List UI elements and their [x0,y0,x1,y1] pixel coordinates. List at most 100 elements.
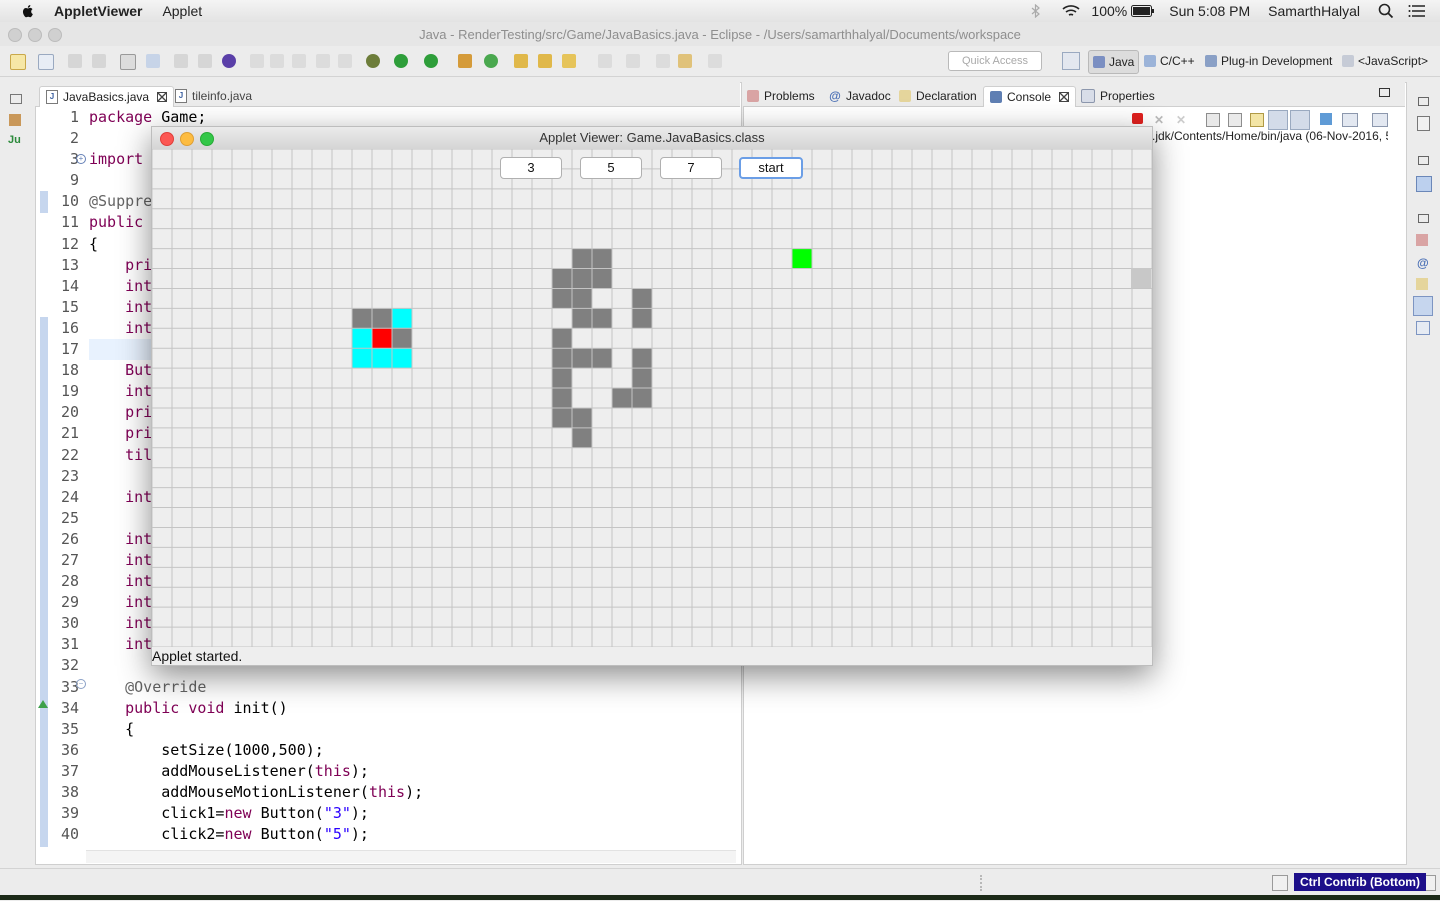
wifi-icon[interactable] [1061,4,1081,18]
wall-tile[interactable] [592,268,612,289]
wall-tile[interactable] [552,288,572,309]
wall-tile[interactable] [572,407,592,428]
declaration-trim-icon[interactable] [1416,278,1428,290]
wall-tile[interactable] [592,308,612,329]
new-java-project-icon[interactable] [458,54,472,68]
cyan-tile[interactable] [372,348,392,369]
cyan-tile[interactable] [392,308,412,329]
zoom-window-button[interactable] [48,28,62,42]
toggle-mark-icon[interactable] [250,54,264,68]
spotlight-search-icon[interactable] [1378,3,1394,19]
wall-tile[interactable] [632,368,652,389]
user-name[interactable]: SamarthHalyal [1268,3,1360,19]
wall-tile[interactable] [352,308,372,329]
pin-console-icon[interactable] [1320,113,1332,125]
cyan-tile[interactable] [352,348,372,369]
show-on-stdout-icon[interactable] [1268,110,1288,130]
wall-tile[interactable] [552,348,572,369]
notification-center-icon[interactable] [1408,4,1426,18]
cyan-tile[interactable] [352,328,372,349]
applet-menu[interactable]: Applet [162,3,202,19]
tab-console[interactable]: Console [983,86,1077,107]
last-edit-location-icon[interactable] [656,54,670,68]
editor-horizontal-scrollbar[interactable] [86,850,736,863]
wall-tile[interactable] [552,388,572,408]
task-list-icon[interactable] [1417,116,1430,131]
tab-tileinfo[interactable]: J tileinfo.java [175,86,252,106]
button-5[interactable]: 5 [580,157,642,179]
remove-all-launches-icon[interactable]: ✕ [1176,113,1188,127]
ctrl-contrib-badge[interactable]: Ctrl Contrib (Bottom) [1294,873,1426,891]
toggle-annotation-icon[interactable] [270,54,284,68]
minimize-window-button[interactable] [28,28,42,42]
save-all-icon[interactable] [92,54,106,68]
terminate-icon[interactable] [1132,113,1143,124]
perspective-javascript[interactable]: <JavaScript> [1342,50,1428,72]
fold-collapse-icon[interactable]: − [76,679,86,689]
apple-logo-icon[interactable] [20,3,36,19]
close-applet-button[interactable] [160,132,174,146]
package-explorer-icon[interactable] [9,114,21,126]
problems-trim-icon[interactable] [1416,234,1428,246]
edit-icon[interactable] [1272,875,1288,891]
scroll-lock-icon[interactable] [1228,113,1242,127]
wall-tile[interactable] [632,348,652,369]
wall-tile[interactable] [392,328,412,349]
wall-tile[interactable] [612,388,632,408]
back-icon[interactable] [678,54,692,68]
open-type-icon[interactable] [514,54,528,68]
javadoc-trim-icon[interactable]: @ [1417,256,1429,270]
tab-javabasics[interactable]: J JavaBasics.java [39,86,175,107]
wall-tile[interactable] [572,348,592,369]
previous-annotation-icon[interactable] [626,54,640,68]
clear-console-icon[interactable] [1206,113,1220,127]
build-all-icon[interactable] [198,54,212,68]
wall-tile[interactable] [572,268,592,289]
tab-javadoc[interactable]: @ Javadoc [829,86,891,106]
bluetooth-icon[interactable] [1031,4,1041,18]
start-button[interactable]: start [739,157,803,179]
wall-tile[interactable] [572,427,592,448]
next-annotation-icon[interactable] [598,54,612,68]
remove-launch-icon[interactable]: ✕ [1154,113,1166,127]
button-7[interactable]: 7 [660,157,722,179]
skip-breakpoints-icon[interactable] [146,54,160,68]
wall-tile[interactable] [552,328,572,349]
display-console-icon[interactable] [1342,113,1358,127]
search-tool-icon[interactable] [562,54,576,68]
word-wrap-icon[interactable] [338,54,352,68]
restore-icon[interactable] [1418,156,1429,165]
wall-tile[interactable] [572,288,592,309]
app-name-menu[interactable]: AppletViewer [54,3,142,19]
run-icon[interactable] [394,54,408,68]
zoom-applet-button[interactable] [200,132,214,146]
wall-tile[interactable] [632,288,652,309]
run-external-tools-icon[interactable] [424,54,438,68]
wall-tile[interactable] [552,368,572,389]
new-wizard-icon[interactable] [38,54,54,70]
clock[interactable]: Sun 5:08 PM [1169,3,1250,19]
cyan-tile[interactable] [392,348,412,369]
perspective-cpp[interactable]: C/C++ [1144,50,1195,72]
console-scrollbar[interactable] [1388,107,1402,847]
minimize-applet-button[interactable] [180,132,194,146]
wall-tile[interactable] [572,248,592,269]
open-task-icon[interactable] [538,54,552,68]
restore-icon[interactable] [1418,97,1429,106]
new-file-icon[interactable] [10,54,26,70]
wall-tile[interactable] [572,308,592,329]
outline-icon[interactable] [1416,176,1432,192]
open-perspective-icon[interactable] [1062,52,1080,70]
tab-problems[interactable]: Problems [747,86,815,106]
properties-trim-icon[interactable] [1416,321,1430,335]
show-whitespace-icon[interactable] [292,54,306,68]
junit-icon[interactable]: Ju [8,134,26,146]
restore-icon[interactable] [10,94,22,104]
wall-tile[interactable] [592,248,612,269]
quick-access-input[interactable]: Quick Access [948,51,1042,71]
wall-tile[interactable] [552,407,572,428]
fold-expand-icon[interactable]: + [76,154,86,164]
tab-declaration[interactable]: Declaration [899,86,977,106]
word-wrap-console-icon[interactable] [1250,113,1264,127]
print-icon[interactable] [120,54,136,70]
